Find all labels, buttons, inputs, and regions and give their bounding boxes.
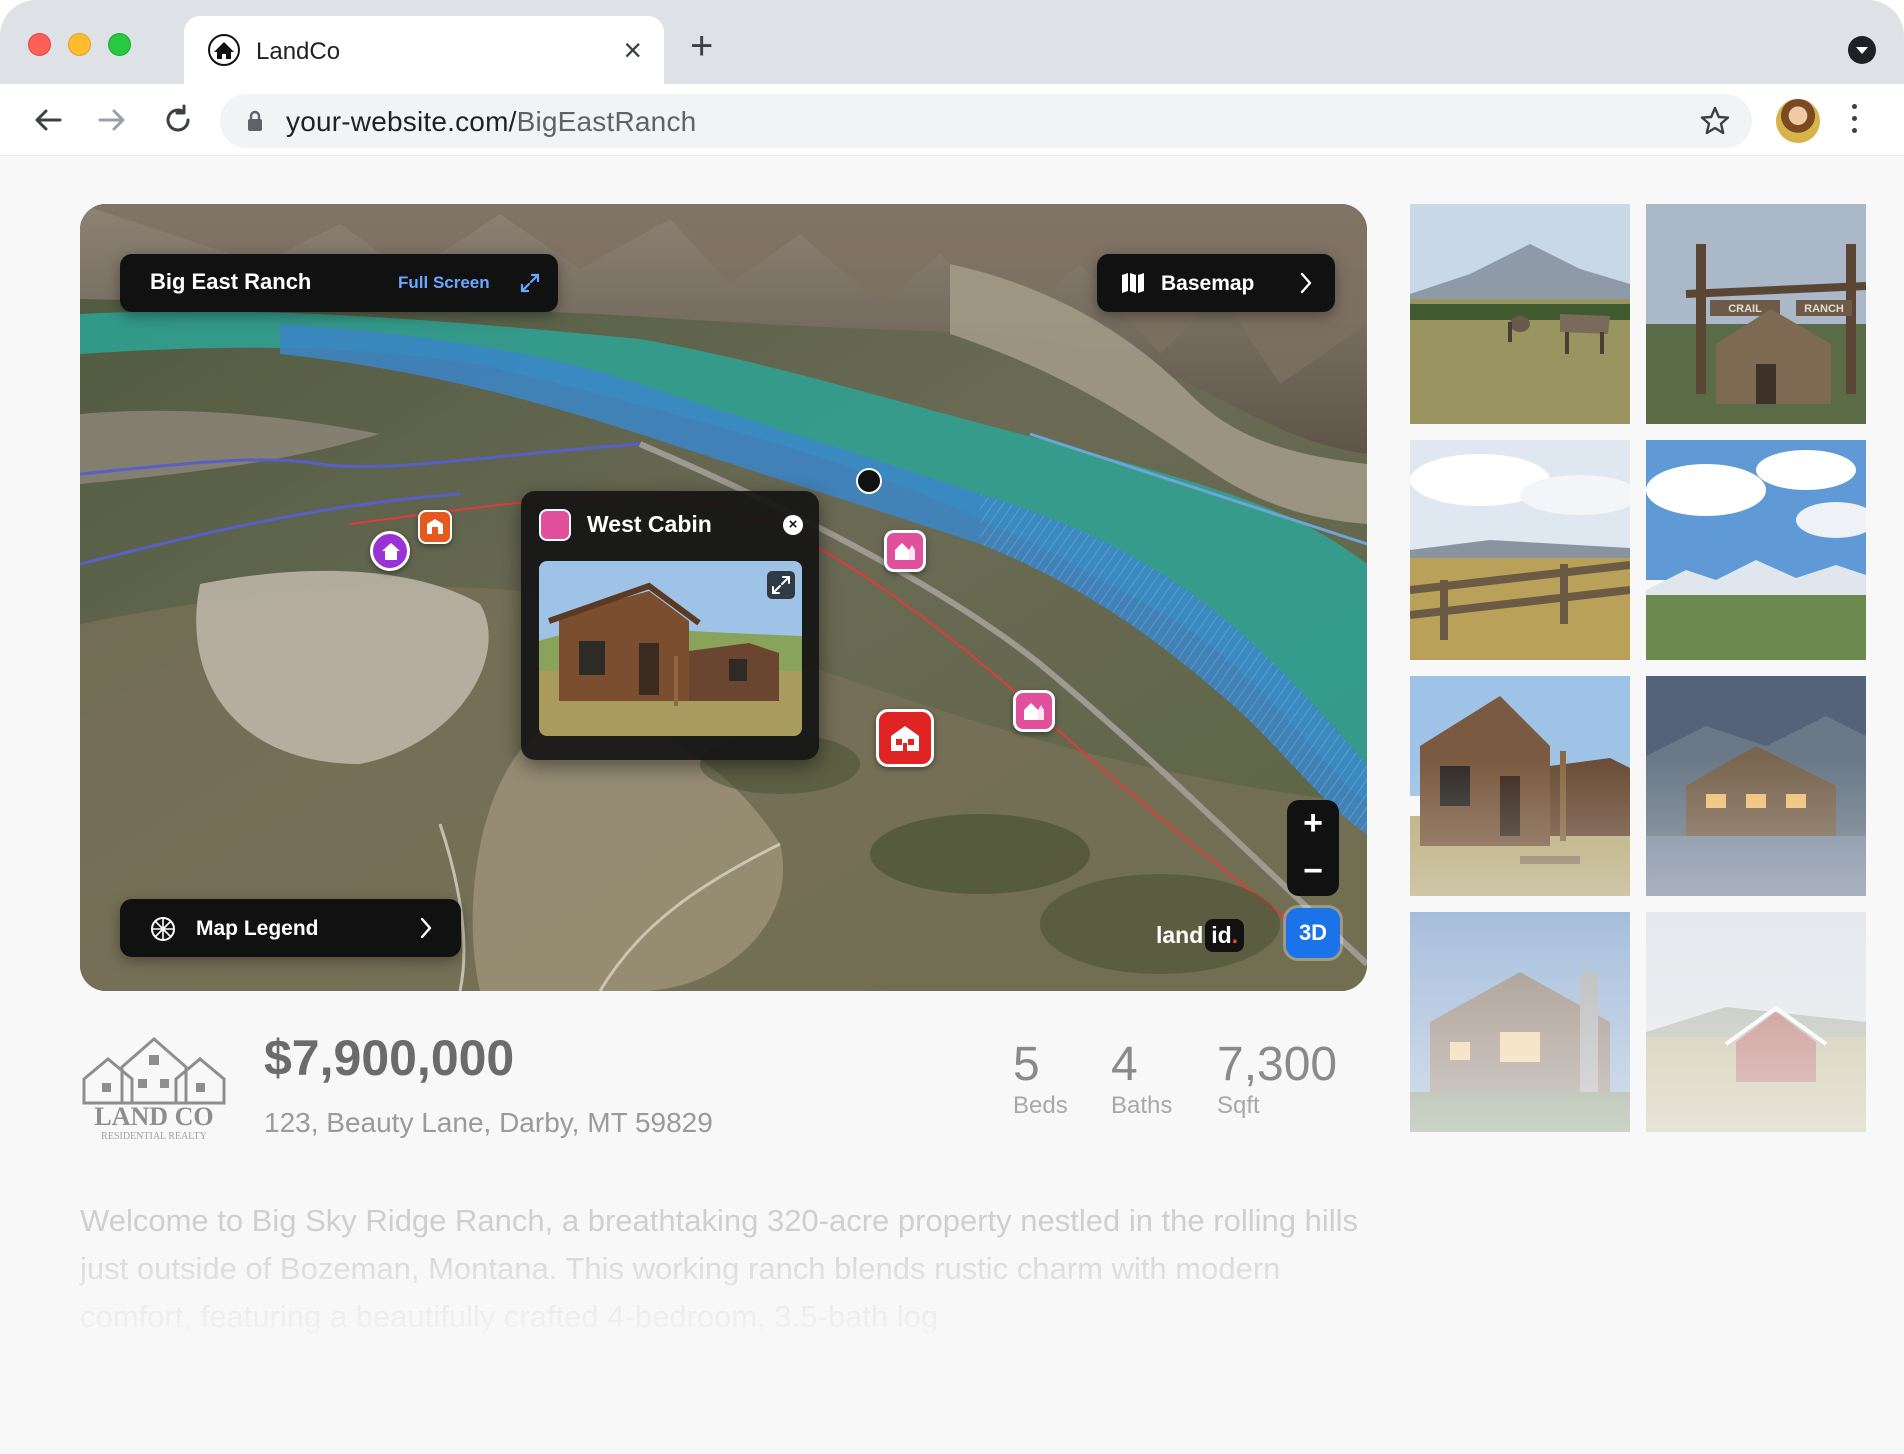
logo-tagline: RESIDENTIAL REALTY xyxy=(101,1131,207,1141)
stat-label: Sqft xyxy=(1217,1092,1260,1119)
zoom-in-button[interactable]: + xyxy=(1287,800,1339,848)
map-pin-main-house[interactable] xyxy=(876,709,934,767)
cabin-icon xyxy=(1024,703,1044,720)
zoom-out-button[interactable]: − xyxy=(1287,848,1339,896)
tab-title: LandCo xyxy=(256,38,341,65)
basemap-button[interactable]: Basemap xyxy=(1097,254,1335,312)
back-arrow-icon[interactable] xyxy=(26,98,70,142)
fullscreen-button[interactable]: Full Screen xyxy=(398,273,490,293)
reload-icon[interactable] xyxy=(156,98,200,142)
legend-label: Map Legend xyxy=(196,917,319,940)
stat-value: 4 xyxy=(1111,1038,1138,1091)
house-icon xyxy=(382,543,400,560)
gate-sign-right: RANCH xyxy=(1804,303,1844,315)
close-window-button[interactable] xyxy=(28,33,51,56)
west-cabin-popup: West Cabin × xyxy=(521,491,819,760)
map-title: Big East Ranch xyxy=(150,269,312,294)
landid-logo: land id. xyxy=(1156,919,1245,957)
brand-id: id xyxy=(1211,922,1232,948)
gallery-photo-horses[interactable] xyxy=(1410,204,1630,424)
chevron-right-icon xyxy=(1300,272,1312,294)
3d-toggle-button[interactable]: 3D xyxy=(1286,908,1340,958)
stat-sqft: 7,300 Sqft xyxy=(1217,1037,1337,1120)
ranch-house-icon xyxy=(891,726,919,751)
stat-beds: 5 Beds xyxy=(1013,1037,1068,1120)
stat-value: 5 xyxy=(1013,1038,1040,1091)
brand-land: land xyxy=(1156,922,1204,948)
browser-window: LandCo × + your-website.com/BigEastRanch xyxy=(0,0,1904,1454)
gate-sign-left: CRAIL xyxy=(1728,303,1762,315)
expand-icon[interactable] xyxy=(518,271,542,295)
gallery-photo-gate[interactable]: CRAIL RANCH xyxy=(1646,204,1866,424)
brand-id-badge: id. xyxy=(1205,919,1245,952)
landco-logo: LAND CO RESIDENTIAL REALTY xyxy=(82,1037,226,1141)
popup-close-icon[interactable]: × xyxy=(783,515,803,535)
cabin-icon xyxy=(895,543,915,560)
map-icon xyxy=(1122,273,1144,293)
profile-avatar[interactable] xyxy=(1776,99,1820,143)
map-pin-barn[interactable] xyxy=(418,510,452,544)
address-bar[interactable]: your-website.com/BigEastRanch xyxy=(220,94,1752,148)
logo-name: LAND CO xyxy=(94,1102,213,1131)
stat-label: Baths xyxy=(1111,1092,1173,1119)
gallery-photo-cabin[interactable] xyxy=(1410,676,1630,896)
stat-baths: 4 Baths xyxy=(1111,1037,1172,1120)
browser-menu-icon[interactable] xyxy=(1852,104,1860,138)
map-pin-cabin[interactable] xyxy=(1013,690,1055,732)
legend-icon xyxy=(151,917,175,941)
chevron-right-icon xyxy=(420,917,432,939)
lock-icon xyxy=(248,110,262,131)
maximize-window-button[interactable] xyxy=(108,33,131,56)
url-path: BigEastRanch xyxy=(516,106,697,137)
tab-landco[interactable]: LandCo × xyxy=(184,16,664,84)
map-title-bar: Big East Ranch Full Screen xyxy=(120,254,558,312)
camera-icon[interactable] xyxy=(856,468,882,494)
basemap-label: Basemap xyxy=(1161,272,1255,295)
url-text: your-website.com/BigEastRanch xyxy=(286,106,696,138)
popup-photo[interactable] xyxy=(539,561,802,736)
landco-favicon-icon xyxy=(208,34,240,66)
map-pin-home[interactable] xyxy=(370,531,410,571)
expand-photo-icon[interactable] xyxy=(767,571,795,599)
brand-dot: . xyxy=(1231,922,1239,948)
browser-toolbar: your-website.com/BigEastRanch xyxy=(0,84,1904,156)
description-fade xyxy=(0,1237,1400,1454)
barn-icon xyxy=(427,519,443,534)
gallery-photo-night-cabin[interactable] xyxy=(1410,912,1630,1132)
gallery-photo-barn[interactable] xyxy=(1646,912,1866,1132)
page-content: Big East Ranch Full Screen Basemap West … xyxy=(0,157,1904,1454)
property-map[interactable]: Big East Ranch Full Screen Basemap West … xyxy=(80,204,1367,991)
popup-title: West Cabin xyxy=(587,511,712,537)
photo-gallery: CRAIL RANCH xyxy=(1410,204,1866,1134)
forward-arrow-icon[interactable] xyxy=(90,98,134,142)
listing-price: $7,900,000 xyxy=(264,1030,515,1086)
bookmark-star-icon[interactable] xyxy=(1698,104,1732,138)
minimize-window-button[interactable] xyxy=(68,33,91,56)
tab-search-icon[interactable] xyxy=(1848,36,1876,64)
gallery-photo-lodge[interactable] xyxy=(1646,676,1866,896)
zoom-control: + − xyxy=(1287,800,1339,896)
map-legend-button[interactable]: Map Legend xyxy=(120,899,461,957)
cabin-photo xyxy=(539,561,802,736)
stat-value: 7,300 xyxy=(1217,1038,1338,1091)
listing-address: 123, Beauty Lane, Darby, MT 59829 xyxy=(264,1107,713,1138)
map-pin-cabin[interactable] xyxy=(884,530,926,572)
gallery-photo-mountains[interactable] xyxy=(1646,440,1866,660)
tab-close-icon[interactable]: × xyxy=(623,30,642,70)
stat-label: Beds xyxy=(1013,1092,1068,1119)
gallery-photo-fence[interactable] xyxy=(1410,440,1630,660)
new-tab-button[interactable]: + xyxy=(690,26,713,66)
tab-strip: LandCo × + xyxy=(0,0,1904,84)
url-host: your-website.com/ xyxy=(286,106,517,137)
cabin-icon xyxy=(539,509,571,541)
